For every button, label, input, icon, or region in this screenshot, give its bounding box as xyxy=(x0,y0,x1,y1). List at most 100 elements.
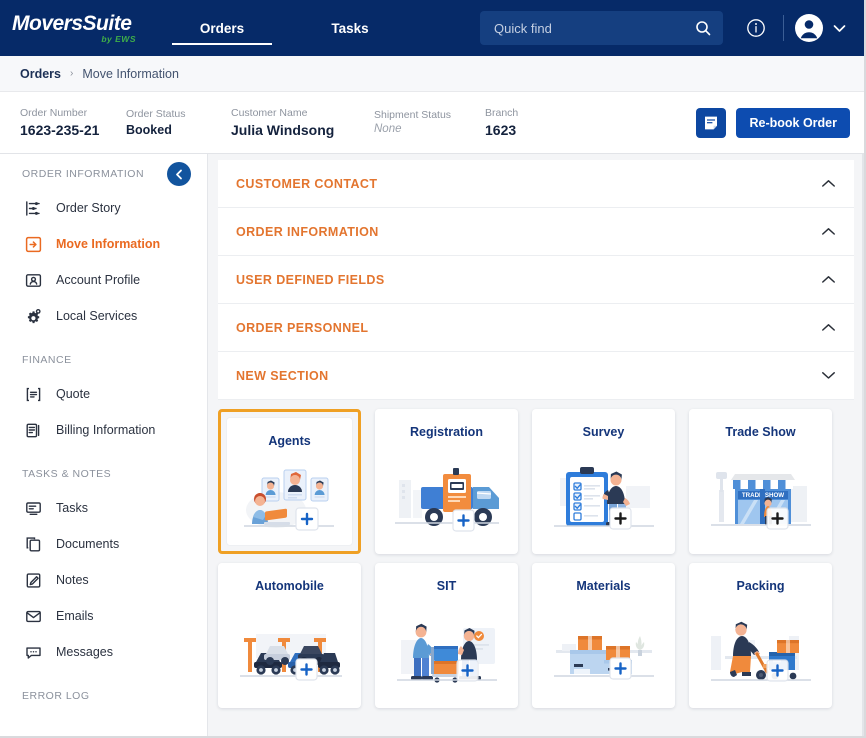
sidebar-item-documents[interactable]: Documents xyxy=(0,526,207,562)
sidebar-item-local-services-label: Local Services xyxy=(56,309,137,323)
sidebar-item-messages[interactable]: Messages xyxy=(0,634,207,670)
breadcrumb-orders-link[interactable]: Orders xyxy=(20,67,61,81)
summary-actions: Re-book Order xyxy=(696,108,850,138)
re-book-order-button[interactable]: Re-book Order xyxy=(736,108,850,138)
breadcrumb: Orders › Move Information xyxy=(0,56,864,92)
materials-art xyxy=(532,593,675,708)
order-status-label: Order Status xyxy=(126,109,231,120)
info-circle-icon[interactable] xyxy=(739,11,773,45)
sidebar-item-emails-label: Emails xyxy=(56,609,94,623)
chevron-up-icon[interactable] xyxy=(821,227,836,236)
card-slot-automobile: Automobile xyxy=(218,563,361,708)
nav-right-controls xyxy=(480,11,850,45)
documents-icon xyxy=(24,535,42,553)
logo-primary-text: MoversSuite xyxy=(12,13,136,34)
card-materials-title: Materials xyxy=(576,579,630,593)
nav-divider xyxy=(783,15,784,41)
survey-art xyxy=(532,439,675,554)
message-bubble-icon xyxy=(24,643,42,661)
card-materials[interactable]: Materials xyxy=(532,563,675,708)
branch-value: 1623 xyxy=(485,123,585,137)
card-packing-title: Packing xyxy=(737,579,785,593)
sidebar-item-local-services[interactable]: Local Services xyxy=(0,298,207,334)
sidebar-item-tasks[interactable]: Tasks xyxy=(0,490,207,526)
nav-tab-orders[interactable]: Orders xyxy=(158,0,286,56)
summary-field-order-number: Order Number 1623-235-21 xyxy=(20,108,126,137)
note-icon[interactable] xyxy=(696,108,726,138)
order-summary-bar: Order Number 1623-235-21 Order Status Bo… xyxy=(0,92,864,154)
automobile-art xyxy=(218,593,361,708)
sidebar-item-notes[interactable]: Notes xyxy=(0,562,207,598)
card-sit-title: SIT xyxy=(437,579,456,593)
sidebar-navigation: ORDER INFORMATION Order Story xyxy=(0,154,208,738)
section-order-information[interactable]: ORDER INFORMATION xyxy=(218,208,854,256)
section-customer-contact-title: CUSTOMER CONTACT xyxy=(236,177,377,191)
packing-art xyxy=(689,593,832,708)
section-new-section-title: NEW SECTION xyxy=(236,369,329,383)
card-row-2: Automobile xyxy=(218,563,854,708)
sidebar-group-error-log[interactable]: ERROR LOG xyxy=(0,690,207,702)
tasks-icon xyxy=(24,499,42,517)
section-order-personnel[interactable]: ORDER PERSONNEL xyxy=(218,304,854,352)
chevron-up-icon[interactable] xyxy=(821,275,836,284)
main-content: CUSTOMER CONTACT ORDER INFORMATION USER … xyxy=(208,154,864,738)
nav-tab-tasks[interactable]: Tasks xyxy=(286,0,414,56)
quick-find-container[interactable] xyxy=(480,11,723,45)
card-slot-materials: Materials xyxy=(532,563,675,708)
card-slot-survey: Survey xyxy=(532,409,675,554)
card-trade-show-title: Trade Show xyxy=(725,425,795,439)
move-information-icon xyxy=(24,235,42,253)
sidebar-group-finance: FINANCE xyxy=(0,354,207,366)
customer-name-label: Customer Name xyxy=(231,108,374,119)
envelope-icon xyxy=(24,607,42,625)
section-new-section[interactable]: NEW SECTION xyxy=(218,352,854,400)
sidebar-item-move-information[interactable]: Move Information xyxy=(0,226,207,262)
card-agents[interactable]: Agents xyxy=(226,417,353,546)
chevron-down-icon[interactable] xyxy=(821,371,836,380)
card-trade-show[interactable]: Trade Show xyxy=(689,409,832,554)
nav-tab-orders-label: Orders xyxy=(200,21,244,36)
sidebar-item-account-profile-label: Account Profile xyxy=(56,273,140,287)
sidebar-item-order-story-label: Order Story xyxy=(56,201,121,215)
card-packing[interactable]: Packing xyxy=(689,563,832,708)
trade-show-art: TRADE SHOW xyxy=(689,439,832,554)
chevron-up-icon[interactable] xyxy=(821,179,836,188)
sidebar-item-billing-information[interactable]: Billing Information xyxy=(0,412,207,448)
sidebar-item-billing-information-label: Billing Information xyxy=(56,423,155,437)
sidebar-collapse-button[interactable] xyxy=(167,162,191,186)
sidebar-item-tasks-label: Tasks xyxy=(56,501,88,515)
card-slot-sit: SIT xyxy=(375,563,518,708)
service-card-grid: Agents xyxy=(218,400,854,708)
notes-icon xyxy=(24,571,42,589)
card-slot-agents: Agents xyxy=(218,409,361,554)
sidebar-item-account-profile[interactable]: Account Profile xyxy=(0,262,207,298)
sidebar-item-move-information-label: Move Information xyxy=(56,237,160,251)
card-row-1: Agents xyxy=(218,409,854,554)
section-customer-contact[interactable]: CUSTOMER CONTACT xyxy=(218,160,854,208)
logo-secondary-text: by EWS xyxy=(101,35,136,44)
app-logo[interactable]: MoversSuite by EWS xyxy=(12,13,136,44)
card-slot-trade-show: Trade Show xyxy=(689,409,832,554)
search-icon[interactable] xyxy=(693,18,713,38)
customer-name-value: Julia Windsong xyxy=(231,123,374,137)
sidebar-item-quote[interactable]: Quote xyxy=(0,376,207,412)
sidebar-item-order-story[interactable]: Order Story xyxy=(0,190,207,226)
chevron-down-icon[interactable] xyxy=(828,11,850,45)
card-survey[interactable]: Survey xyxy=(532,409,675,554)
section-order-personnel-title: ORDER PERSONNEL xyxy=(236,321,368,335)
card-registration[interactable]: Registration xyxy=(375,409,518,554)
user-avatar-icon[interactable] xyxy=(794,13,824,43)
quote-icon xyxy=(24,385,42,403)
card-sit[interactable]: SIT xyxy=(375,563,518,708)
card-automobile[interactable]: Automobile xyxy=(218,563,361,708)
window-right-edge xyxy=(862,154,864,736)
chevron-up-icon[interactable] xyxy=(821,323,836,332)
sidebar-item-documents-label: Documents xyxy=(56,537,119,551)
card-agents-title: Agents xyxy=(268,434,310,448)
card-slot-registration: Registration xyxy=(375,409,518,554)
section-user-defined-fields[interactable]: USER DEFINED FIELDS xyxy=(218,256,854,304)
sidebar-item-messages-label: Messages xyxy=(56,645,113,659)
search-input[interactable] xyxy=(494,21,693,36)
order-number-label: Order Number xyxy=(20,108,126,119)
sidebar-item-emails[interactable]: Emails xyxy=(0,598,207,634)
